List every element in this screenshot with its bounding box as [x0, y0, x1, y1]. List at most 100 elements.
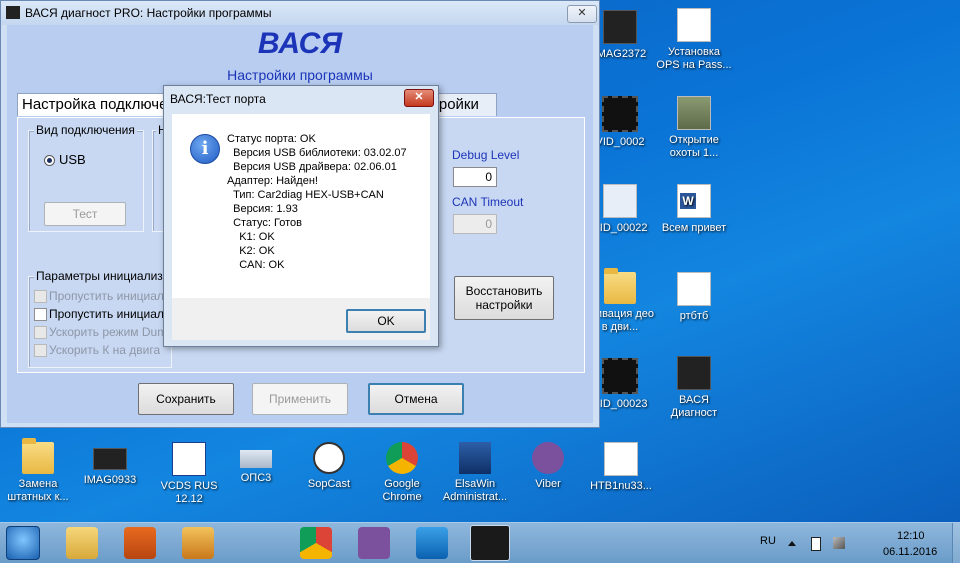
port-test-dialog: ВАСЯ:Тест порта ✕ i Статус порта: OK Вер…	[163, 85, 439, 347]
vcds-icon	[172, 442, 206, 476]
chrome-icon	[386, 442, 418, 474]
show-desktop-button[interactable]	[952, 523, 960, 563]
checkbox-label: Пропустить инициал	[49, 307, 164, 321]
desktop-icon-chrome[interactable]: Google Chrome	[364, 442, 440, 504]
speed-k-engine-checkbox[interactable]	[34, 344, 47, 357]
desktop-icon-ops[interactable]: Установка OPS на Pass...	[656, 8, 732, 72]
checkbox-label: Ускорить К на двига	[49, 343, 161, 357]
desktop-icon-label: VCDS RUS 12.12	[160, 480, 218, 505]
clock-time[interactable]: 12:10	[897, 530, 925, 542]
language-indicator[interactable]: RU	[760, 535, 776, 547]
image-file-icon	[677, 96, 711, 130]
clock-date[interactable]: 06.11.2016	[883, 546, 937, 558]
desktop-icon-otkrytie[interactable]: Открытие охоты 1...	[656, 96, 732, 160]
desktop-icon-label: Замена штатных к...	[7, 478, 69, 503]
chrome-icon[interactable]	[300, 527, 332, 559]
document-icon	[677, 8, 711, 42]
checkbox-label: Ускорить режим Dum	[49, 325, 168, 339]
taskbar: RU 12:10 06.11.2016	[0, 522, 960, 563]
desktop-icon-label: IMAG2372	[593, 48, 647, 60]
window-title: ВАСЯ диагност PRO: Настройки программы	[25, 6, 272, 20]
status-line: Версия USB драйвера: 02.06.01	[227, 161, 397, 173]
status-line: Статус: Готов	[227, 217, 302, 229]
desktop-icon-label: Всем привет	[661, 222, 727, 234]
desktop-icon-vsem-privet[interactable]: Всем привет	[656, 184, 732, 235]
status-line: CAN: OK	[227, 259, 285, 271]
desktop-icon-viber[interactable]: Viber	[510, 442, 586, 491]
restore-button-line-2: настройки	[475, 298, 533, 312]
word-document-icon	[677, 184, 711, 218]
radio-dot	[47, 158, 52, 163]
status-line: Тип: Car2diag HEX-USB+CAN	[227, 189, 384, 201]
window-titlebar[interactable]: ВАСЯ диагност PRO: Настройки программы ✕	[1, 1, 599, 25]
viber-icon[interactable]	[358, 527, 390, 559]
status-line: Версия: 1.93	[227, 203, 298, 215]
dialog-title: ВАСЯ:Тест порта	[170, 92, 266, 106]
elsawin-icon	[459, 442, 491, 474]
desktop-icon-label: SopCast	[307, 478, 351, 490]
skip-init-checkbox-2[interactable]	[34, 308, 47, 321]
teamviewer-icon[interactable]	[416, 527, 448, 559]
restore-settings-button[interactable]: Восстановить настройки	[454, 276, 554, 320]
dialog-footer: OK	[172, 298, 430, 340]
apply-button[interactable]: Применить	[252, 383, 348, 415]
desktop-icon-label: Google Chrome	[382, 478, 422, 503]
status-line: Адаптер: Найден!	[227, 175, 318, 187]
desktop-icon-label: HTB1nu33...	[590, 480, 652, 492]
show-hidden-icons-icon[interactable]	[788, 541, 796, 546]
app-title: ВАСЯ	[257, 27, 343, 60]
desktop-icon-imag0933[interactable]: IMAG0933	[72, 442, 148, 487]
desktop-icon-label: Установка OPS на Pass...	[656, 46, 732, 71]
dialog-close-button[interactable]: ✕	[404, 89, 434, 107]
desktop-icon-elsawin[interactable]: ElsaWin Administrat...	[437, 442, 513, 504]
status-line: K2: OK	[227, 245, 275, 257]
can-timeout-label: CAN Timeout	[452, 195, 524, 209]
usb-radio-label: USB	[59, 152, 86, 167]
volume-muted-icon[interactable]	[853, 536, 865, 548]
desktop-icon-vasya[interactable]: ВАСЯ Диагност	[656, 356, 732, 420]
media-file-icon	[603, 184, 637, 218]
desktop-icon-htb[interactable]: HTB1nu33...	[583, 442, 659, 493]
save-button[interactable]: Сохранить	[138, 383, 234, 415]
desktop-icon-label: ОПС3	[240, 472, 272, 484]
status-line: Версия USB библиотеки: 03.02.07	[227, 147, 407, 159]
explorer-icon[interactable]	[66, 527, 98, 559]
desktop-icon-label: Viber	[535, 478, 561, 490]
page-subtitle: Настройки программы	[227, 67, 373, 83]
paint-icon[interactable]	[182, 527, 214, 559]
viber-icon	[532, 442, 564, 474]
status-line: K1: OK	[227, 231, 275, 243]
debug-level-label: Debug Level	[452, 148, 520, 162]
desktop-icon-rtbtb[interactable]: ртбтб	[656, 272, 732, 323]
vasya-app-icon[interactable]	[470, 525, 510, 561]
folder-icon	[22, 438, 54, 474]
video-thumbnail-icon	[603, 10, 637, 44]
status-line: Статус порта: OK	[227, 133, 316, 145]
test-button[interactable]: Тест	[44, 202, 126, 226]
desktop-icon-vcds[interactable]: VCDS RUS 12.12	[151, 442, 227, 506]
desktop-icon-ops3[interactable]: ОПС3	[218, 442, 294, 485]
ok-button[interactable]: OK	[346, 309, 426, 333]
vasya-app-icon	[677, 356, 711, 390]
sopcast-icon	[313, 442, 345, 474]
desktop-icon-sopcast[interactable]: SopCast	[291, 442, 367, 491]
tab-connection-settings[interactable]: Настройка подключе	[17, 93, 167, 116]
skip-init-checkbox-1[interactable]	[34, 290, 47, 303]
network-icon[interactable]	[833, 537, 845, 549]
media-player-icon[interactable]	[124, 527, 156, 559]
desktop-icon-label: ВАСЯ Диагност	[670, 394, 718, 419]
can-timeout-input[interactable]: 0	[453, 214, 497, 234]
debug-level-input[interactable]: 0	[453, 167, 497, 187]
group-label: Параметры инициализа	[34, 269, 172, 283]
start-orb-icon[interactable]	[6, 526, 40, 560]
desktop-icon-zamena[interactable]: Замена штатных к...	[0, 438, 76, 504]
desktop-icon-label: ElsaWin Administrat...	[442, 478, 508, 503]
restore-button-line-1: Восстановить	[465, 284, 543, 298]
video-file-icon	[602, 358, 638, 394]
window-close-button[interactable]: ✕	[567, 5, 597, 23]
usb-radio[interactable]	[44, 155, 55, 166]
cancel-button[interactable]: Отмена	[368, 383, 464, 415]
battery-icon[interactable]	[811, 537, 821, 551]
image-file-icon	[604, 442, 638, 476]
speed-dump-checkbox[interactable]	[34, 326, 47, 339]
